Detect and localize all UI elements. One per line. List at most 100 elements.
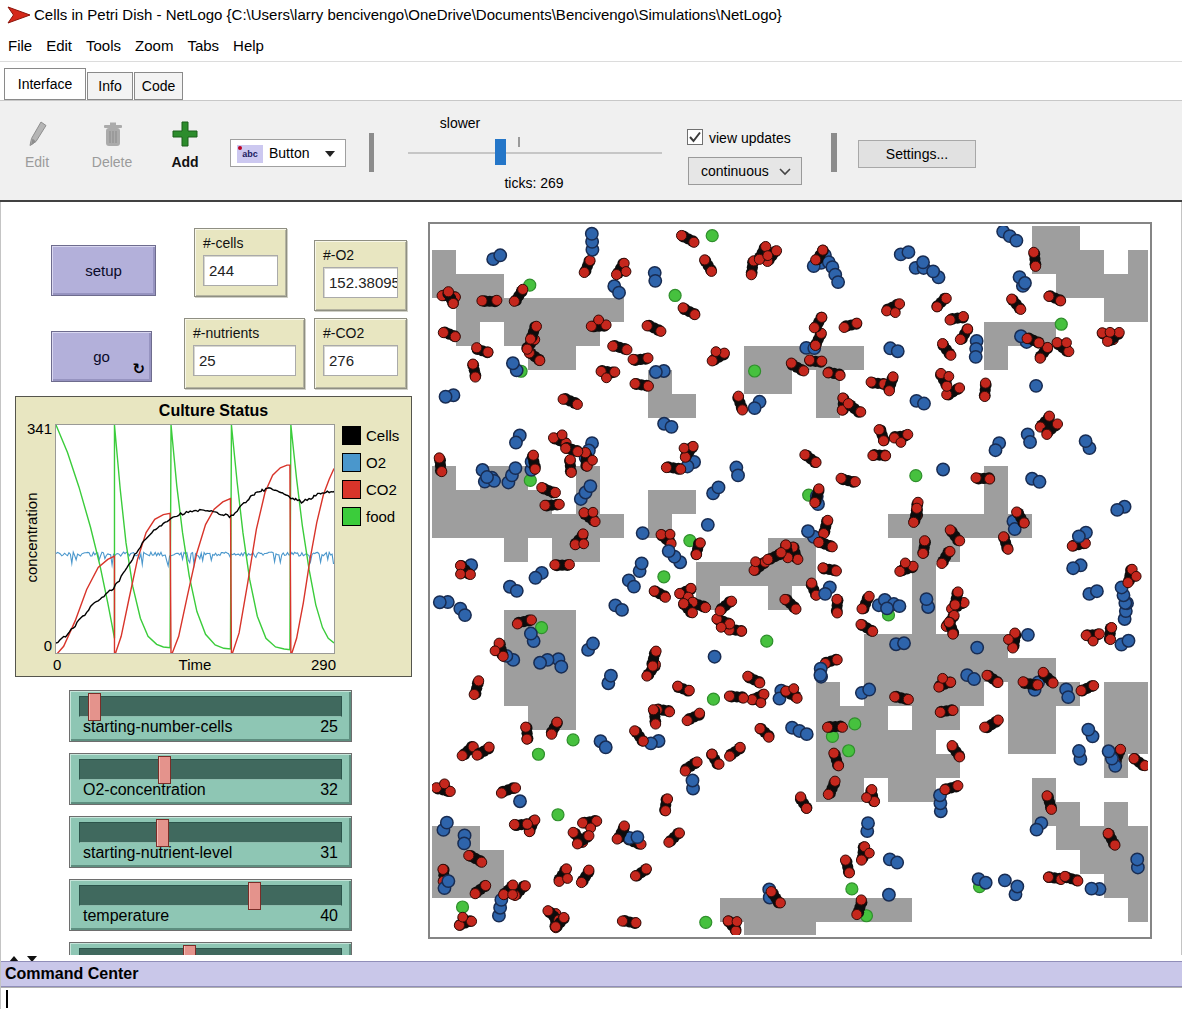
slider-thumb[interactable] [156, 819, 169, 847]
forever-icon: ↻ [132, 362, 145, 377]
slider-groove[interactable] [79, 948, 342, 955]
plot-y-axis-label: concentration [23, 483, 40, 593]
widget-type-dropdown[interactable]: abc Button [230, 139, 346, 167]
legend-label: food [366, 508, 395, 525]
speed-slider-tick [518, 137, 520, 147]
toolbar-separator [831, 133, 837, 172]
plot-canvas [56, 425, 334, 653]
plot-ymax-label: 341 [18, 420, 52, 437]
menu-edit[interactable]: Edit [39, 30, 79, 61]
slider-thumb[interactable] [183, 945, 196, 955]
view-updates-label: view updates [709, 130, 809, 146]
netlogo-icon [7, 6, 31, 24]
delete-button[interactable]: Delete [88, 154, 136, 170]
legend-swatch [342, 480, 361, 499]
slider-value: 25 [320, 718, 338, 736]
monitor-value: 152.380952 [323, 267, 398, 298]
tab-info[interactable]: Info [87, 72, 133, 100]
slider-value: 31 [320, 844, 338, 862]
plot-area [55, 424, 335, 654]
slider-thumb[interactable] [88, 693, 101, 721]
update-mode-value: continuous [701, 158, 769, 184]
slider-starting-nutrient-level[interactable]: starting-nutrient-level 31 [69, 816, 352, 868]
legend-swatch [342, 507, 361, 526]
monitor-value: 244 [203, 255, 278, 286]
slider-groove[interactable] [79, 759, 342, 780]
command-center-header[interactable]: Command Center [1, 961, 1182, 987]
legend-label: Cells [366, 427, 399, 444]
legend-swatch [342, 453, 361, 472]
menu-bar: FileEditToolsZoomTabsHelp [0, 30, 1182, 62]
speed-slider-thumb[interactable] [495, 139, 506, 165]
button-widget-icon: abc [237, 145, 263, 163]
monitor-label: #-nutrients [193, 325, 296, 341]
edit-pencil-icon[interactable] [28, 121, 48, 149]
monitor-label: #-cells [203, 235, 278, 251]
monitor-value: 25 [193, 345, 296, 376]
settings-button[interactable]: Settings... [858, 140, 976, 168]
window-title: Cells in Petri Dish - NetLogo {C:\Users\… [34, 0, 782, 30]
slider-partial[interactable] [69, 942, 354, 955]
command-center-input[interactable] [1, 987, 1182, 1009]
world-view[interactable] [432, 226, 1148, 935]
monitor-co2: #-CO2 276 [314, 318, 407, 389]
menu-help[interactable]: Help [226, 30, 271, 61]
slider-label: starting-number-cells [83, 718, 232, 736]
update-mode-dropdown[interactable]: continuous [688, 157, 802, 185]
menu-zoom[interactable]: Zoom [128, 30, 180, 61]
title-bar: Cells in Petri Dish - NetLogo {C:\Users\… [0, 0, 1182, 30]
menu-file[interactable]: File [1, 30, 39, 61]
menu-tools[interactable]: Tools [79, 30, 128, 61]
world-view-frame [428, 222, 1152, 939]
slider-temperature[interactable]: temperature 40 [69, 879, 352, 931]
tab-interface[interactable]: Interface [4, 68, 86, 100]
toolbar: Edit Delete Add abc Button slower ticks:… [0, 100, 1182, 200]
monitor-o2: #-O2 152.380952 [314, 240, 407, 311]
chevron-down-icon [325, 151, 335, 157]
slider-groove[interactable] [79, 696, 342, 717]
delete-trash-icon[interactable] [102, 121, 124, 149]
widget-type-value: Button [269, 140, 309, 166]
text-caret [6, 990, 8, 1008]
legend-label: CO2 [366, 481, 397, 498]
slider-label: O2-concentration [83, 781, 206, 799]
speed-slider-track[interactable] [408, 152, 662, 154]
slider-label: temperature [83, 907, 169, 925]
plot-ymin-label: 0 [18, 637, 52, 654]
legend-label: O2 [366, 454, 386, 471]
monitor-nutrients: #-nutrients 25 [184, 318, 305, 389]
slider-value: 40 [320, 907, 338, 925]
slider-starting-number-cells[interactable]: starting-number-cells 25 [69, 690, 352, 742]
chevron-down-icon [779, 168, 791, 176]
monitor-cells: #-cells 244 [194, 228, 287, 297]
go-button[interactable]: go ↻ [51, 331, 152, 382]
monitor-value: 276 [323, 345, 398, 376]
slider-label: starting-nutrient-level [83, 844, 232, 862]
slider-thumb[interactable] [248, 882, 261, 910]
plot-x-axis-label: Time [55, 656, 335, 673]
setup-button[interactable]: setup [51, 245, 156, 296]
edit-button[interactable]: Edit [16, 154, 58, 170]
view-updates-checkbox[interactable] [687, 129, 703, 145]
plot-title: Culture Status [16, 402, 411, 420]
speed-slider-label: slower [430, 115, 490, 131]
toolbar-separator [369, 133, 374, 172]
monitor-label: #-O2 [323, 247, 398, 263]
tab-row: Interface Info Code [0, 62, 1182, 100]
menu-tabs[interactable]: Tabs [180, 30, 226, 61]
add-plus-icon[interactable] [172, 121, 198, 147]
slider-thumb[interactable] [158, 756, 171, 784]
slider-groove[interactable] [79, 885, 342, 906]
plot-xmax-label: 290 [311, 656, 351, 673]
ticks-counter: ticks: 269 [484, 175, 584, 191]
plot-culture-status: Culture Status 341 0 concentration 0 Tim… [15, 396, 412, 677]
add-button[interactable]: Add [168, 154, 202, 170]
legend-swatch [342, 426, 361, 445]
tab-code[interactable]: Code [134, 72, 183, 100]
slider-o2-concentration[interactable]: O2-concentration 32 [69, 753, 352, 805]
go-button-label: go [93, 348, 110, 365]
slider-groove[interactable] [79, 822, 342, 843]
slider-value: 32 [320, 781, 338, 799]
slider-partial-body[interactable] [69, 942, 352, 955]
interface-canvas: setup go ↻ #-cells 244 #-O2 152.380952 #-… [0, 202, 1182, 1009]
